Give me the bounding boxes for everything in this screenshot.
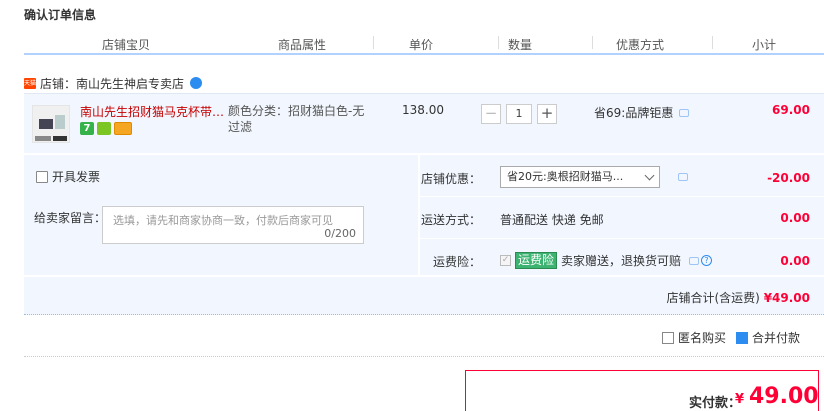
bottom-options: 匿名购买 合并付款 — [662, 329, 800, 346]
order-item: 南山先生招财猫马克杯带盖... 7 颜色分类：招财猫白色-无过滤 138.00 … — [24, 93, 824, 153]
column-header: 小计 — [752, 38, 777, 52]
column-header: 商品属性 — [278, 38, 327, 52]
insurance-checkbox: ✓ — [500, 255, 511, 266]
shop-discount-label: 店铺优惠： — [420, 172, 481, 186]
shop-total-bar: 店铺合计(含运费) ¥49.00 — [24, 277, 824, 315]
item-subtotal: 69.00 — [772, 103, 810, 117]
payment-label: 实付款： — [689, 396, 742, 411]
anonymous-checkbox[interactable] — [662, 331, 674, 344]
shop-total-label: 店铺合计(含运费) — [666, 291, 760, 305]
page-title: 确认订单信息 — [24, 8, 97, 22]
product-title-link[interactable]: 南山先生招财猫马克杯带盖... — [80, 103, 228, 120]
merge-pay-label: 合并付款 — [752, 331, 801, 345]
shop-discount-select[interactable]: 省20元:奥根招财猫马... — [500, 166, 660, 188]
column-divider — [712, 36, 713, 49]
column-header: 单价 — [409, 38, 434, 52]
product-attribute: 颜色分类：招财猫白色-无过滤 — [228, 104, 365, 134]
message-placeholder: 选填，请先和商家协商一致，付款后商家可见 — [113, 214, 333, 227]
comment-icon[interactable] — [678, 173, 688, 181]
promotion-text: 省69:品牌钜惠 — [594, 106, 674, 120]
help-icon[interactable]: ? — [701, 255, 713, 266]
shop-name[interactable]: 店铺：南山先生神启专卖店 — [40, 75, 184, 92]
insurance-value: 0.00 — [780, 254, 810, 268]
shop-total: 店铺合计(含运费) ¥49.00 — [666, 289, 810, 306]
chat-icon[interactable] — [190, 77, 203, 89]
payment-amount: 49.00 — [749, 384, 819, 409]
tmall-icon: 天猫 — [24, 77, 37, 89]
invoice-option[interactable]: 开具发票 — [36, 168, 100, 185]
service-badges: 7 — [80, 122, 132, 135]
shipping-insurance: ✓ 运费险 卖家赠送，退换货可赔 ? — [500, 252, 713, 269]
anonymous-label: 匿名购买 — [678, 331, 727, 345]
merge-pay-checkbox[interactable] — [736, 331, 749, 344]
seven-day-return-icon[interactable]: 7 — [80, 122, 94, 135]
comment-icon[interactable] — [689, 256, 700, 265]
invoice-label: 开具发票 — [52, 170, 101, 184]
product-thumbnail[interactable] — [32, 105, 70, 143]
promotion: 省69:品牌钜惠 — [594, 104, 690, 121]
comment-icon[interactable] — [679, 108, 690, 117]
payment-currency: ¥ — [735, 392, 745, 407]
insurance-tag: 运费险 — [515, 252, 558, 269]
shipping-value: 0.00 — [780, 211, 810, 225]
shop-row: 天猫 店铺：南山先生神启专卖店 — [24, 75, 203, 92]
invoice-checkbox[interactable] — [36, 170, 48, 183]
column-header: 店铺宝贝 — [102, 38, 151, 52]
column-divider — [592, 36, 593, 49]
quantity-stepper: − 1 + — [481, 104, 557, 124]
column-divider — [373, 36, 374, 49]
message-textarea[interactable]: 选填，请先和商家协商一致，付款后商家可见 0/200 — [102, 206, 364, 244]
divider — [24, 356, 824, 357]
column-header: 优惠方式 — [616, 38, 665, 52]
chevron-down-icon — [644, 170, 655, 181]
insurance-text: 卖家赠送，退换货可赔 — [561, 254, 682, 268]
shop-discount-value: -20.00 — [767, 171, 810, 185]
column-header-row: 店铺宝贝 商品属性 单价 数量 优惠方式 小计 — [24, 33, 824, 55]
message-label: 给卖家留言： — [34, 211, 107, 225]
column-header: 数量 — [508, 38, 533, 52]
decrease-button[interactable]: − — [481, 104, 501, 124]
message-counter: 0/200 — [324, 227, 356, 240]
column-divider — [498, 36, 499, 49]
shop-discount-selected: 省20元:奥根招财猫马... — [507, 170, 624, 183]
credit-card-icon[interactable] — [114, 122, 132, 135]
unit-price: 138.00 — [402, 103, 444, 117]
quantity-input[interactable]: 1 — [506, 104, 532, 124]
insurance-label: 运费险： — [432, 255, 481, 269]
shipping-label: 运送方式： — [420, 213, 481, 227]
guarantee-icon[interactable] — [97, 122, 111, 135]
increase-button[interactable]: + — [537, 104, 557, 124]
shop-total-amount: ¥49.00 — [763, 291, 810, 305]
shipping-method: 普通配送 快递 免邮 — [500, 213, 604, 227]
